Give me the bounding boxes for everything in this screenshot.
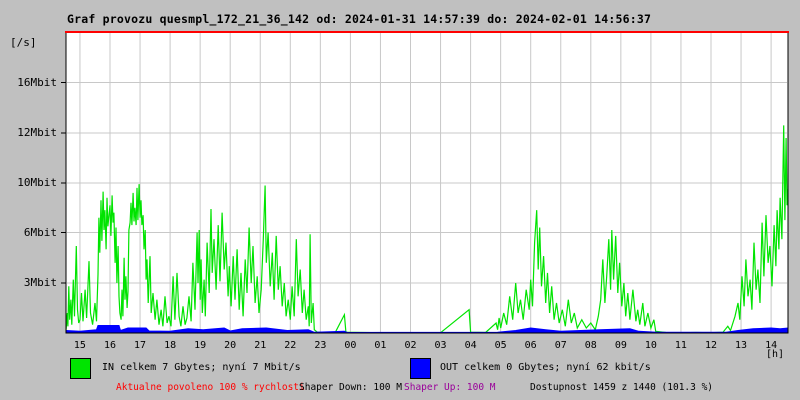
y-tick-label: 10Mbit	[17, 176, 57, 189]
x-tick-label: 06	[524, 340, 537, 351]
y-tick-label: 3Mbit	[23, 276, 57, 289]
x-tick-label: 09	[614, 340, 627, 351]
status-availability: Dostupnost 1459 z 1440 (101.3 %)	[530, 382, 714, 393]
x-tick-label: 15	[73, 340, 86, 351]
legend-out-swatch	[410, 358, 431, 379]
x-tick-label: 18	[164, 340, 177, 351]
x-tick-label: 12	[704, 340, 718, 351]
x-tick-label: 11	[674, 340, 687, 351]
x-tick-label: 02	[404, 340, 417, 351]
traffic-graph-page: Graf provozu quesmpl_172_21_36_142 od: 2…	[0, 0, 800, 400]
x-tick-label: 21	[254, 340, 267, 351]
x-tick-label: 10	[644, 340, 657, 351]
x-tick-label: 23	[314, 340, 327, 351]
x-tick-label: 07	[554, 340, 567, 351]
x-tick-label: 00	[344, 340, 357, 351]
x-tick-label: 05	[494, 340, 507, 351]
x-tick-label: 17	[134, 340, 147, 351]
x-tick-label: 03	[434, 340, 447, 351]
y-tick-label: 6Mbit	[23, 225, 57, 239]
y-tick-label: 12Mbit	[17, 126, 57, 139]
legend-in-label: IN celkem 7 Gbytes; nyní 7 Mbit/s	[102, 362, 301, 373]
x-axis-unit-label: [h]	[766, 349, 785, 360]
x-tick-label: 04	[464, 340, 477, 351]
status-shaper-up: Shaper Up: 100 M	[404, 382, 496, 393]
x-tick-label: 20	[224, 340, 237, 351]
y-tick-label: 16Mbit	[17, 75, 57, 89]
x-tick-label: 08	[584, 340, 597, 351]
x-tick-label: 01	[374, 340, 387, 351]
x-tick-label: 16	[103, 340, 117, 351]
status-allowed-speed: Aktualne povoleno 100 % rychlosti	[116, 382, 305, 393]
x-tick-label: 13	[735, 340, 748, 351]
legend-out-label: OUT celkem 0 Gbytes; nyní 62 kbit/s	[440, 362, 651, 373]
x-tick-label: 19	[194, 340, 207, 351]
legend-in-swatch	[70, 358, 91, 379]
x-tick-label: 22	[284, 340, 297, 351]
status-shaper-down: Shaper Down: 100 M	[299, 382, 402, 393]
